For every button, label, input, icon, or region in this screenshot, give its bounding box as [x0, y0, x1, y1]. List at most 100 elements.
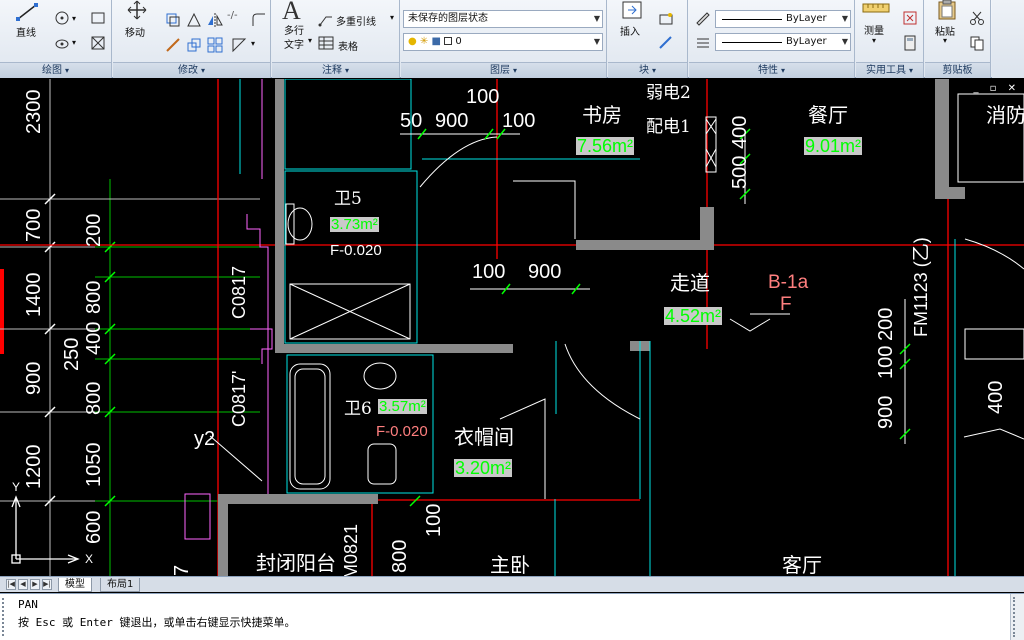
tab-layout1[interactable]: 布局1 [100, 578, 141, 592]
mtext-dropdown-icon[interactable]: ▾ [308, 36, 312, 45]
room-dining: 餐厅 [808, 103, 848, 127]
table-icon[interactable] [318, 35, 334, 51]
tag-c0817-b: C0817' [229, 370, 249, 427]
modify-more-icon[interactable]: ▾ [251, 39, 255, 48]
weak-box: 弱电2 [646, 83, 691, 103]
bulb-icon: ● [408, 36, 417, 47]
scale-icon[interactable] [165, 37, 181, 53]
dim-right-4: 100 [875, 345, 897, 379]
drawing-canvas[interactable]: _ ▫ ✕ 2300 700 1400 250 900 1200 7 200 8… [0, 79, 1024, 576]
dim-left-1: 2300 [23, 89, 45, 135]
annotation-panel-title[interactable]: 注释 ▾ [272, 62, 399, 78]
first-tab-icon[interactable]: |◀ [6, 579, 16, 590]
dim-left-4: 250 [61, 337, 83, 371]
clipboard-panel-title[interactable]: 剪贴板 [925, 62, 990, 78]
properties-panel-title[interactable]: 特性 ▾ [689, 62, 854, 78]
fillet-icon[interactable] [251, 12, 267, 28]
last-tab-icon[interactable]: ▶| [42, 579, 52, 590]
match-properties-icon[interactable] [695, 11, 711, 27]
measure-dropdown-icon[interactable]: ▾ [872, 36, 876, 45]
layout-tabs-bar: |◀ ◀ ▶ ▶| 模型 布局1 [0, 576, 1024, 592]
next-tab-icon[interactable]: ▶ [30, 579, 40, 590]
dim-right-2: 500 [729, 155, 751, 189]
list-icon[interactable] [695, 35, 711, 51]
line-icon[interactable] [16, 2, 38, 22]
prev-tab-icon[interactable]: ◀ [18, 579, 28, 590]
paste-icon[interactable] [935, 0, 959, 20]
cut-icon[interactable] [969, 10, 985, 26]
insert-button[interactable]: 插入 [620, 23, 640, 38]
layers-panel-title[interactable]: 图层 ▾ [401, 62, 606, 78]
paste-dropdown-icon[interactable]: ▾ [943, 36, 947, 45]
dim-left-g4: 800 [83, 381, 105, 415]
draw-panel-title[interactable]: 绘图 ▾ [0, 62, 111, 78]
command-grip[interactable] [2, 598, 12, 636]
ellipse-dropdown-icon[interactable]: ▾ [72, 38, 76, 47]
command-window[interactable]: PAN 按 Esc 或 Enter 键退出，或单击右键显示快捷菜单。 [0, 593, 1024, 640]
viewport-controls[interactable]: _ ▫ ✕ [973, 83, 1020, 94]
room-master: 主卧 [490, 553, 530, 576]
copy-clip-icon[interactable] [969, 35, 985, 51]
properties-panel: ByLayer ▼ ByLayer ▼ 特性 ▾ [689, 0, 855, 78]
rect-array-icon[interactable] [207, 37, 223, 53]
calculator-icon[interactable] [902, 35, 918, 51]
move-icon[interactable] [125, 0, 149, 20]
layers-panel: 未保存的图层状态 ▼ ● ✳ ■ 0 ▼ 图层 ▾ [401, 0, 607, 78]
tab-model[interactable]: 模型 [58, 578, 92, 592]
explode-icon[interactable] [231, 37, 247, 53]
dim-right-3: 200 [875, 307, 897, 341]
dim-top-4: 100 [502, 110, 536, 132]
utilities-panel-title[interactable]: 实用工具 ▾ [856, 62, 923, 78]
move-button[interactable]: 移动 [125, 24, 145, 39]
dim-right-5: 900 [875, 395, 897, 429]
annotation-panel: A 多行 文字 ▾ 多重引线 ▾ 表格 注释 ▾ [272, 0, 400, 78]
quick-select-icon[interactable] [902, 10, 918, 26]
linetype-combo[interactable]: ByLayer ▼ [715, 10, 851, 28]
modify-panel: 移动 -/- ▾ 修改 ▾ [113, 0, 271, 78]
block-panel-title[interactable]: 块 ▾ [608, 62, 687, 78]
mark-f: F [780, 294, 792, 315]
room-wc5-floor: F-0.020 [330, 242, 382, 259]
command-scrollbar[interactable] [1010, 594, 1024, 640]
mleader-dropdown-icon[interactable]: ▾ [390, 13, 394, 22]
mtext-label-2[interactable]: 文字 [284, 36, 304, 51]
tag-fm1123: FM1123 (乙) [911, 237, 931, 337]
rectangle-icon[interactable] [90, 10, 106, 26]
lineweight-combo[interactable]: ByLayer ▼ [715, 33, 851, 51]
mleader-icon[interactable] [318, 11, 334, 27]
circle-icon[interactable] [54, 10, 70, 26]
ribbon-edge [992, 0, 1024, 78]
measure-button[interactable]: 测量 [864, 22, 884, 37]
mleader-button[interactable]: 多重引线 [336, 13, 376, 28]
room-closet: 衣帽间 [454, 425, 514, 449]
command-history: PAN [18, 598, 38, 611]
hatch-icon[interactable] [90, 35, 106, 51]
table-button[interactable]: 表格 [338, 38, 358, 53]
room-wc6: 卫6 [344, 399, 372, 419]
dim-left-2: 700 [23, 208, 45, 242]
measure-icon[interactable] [862, 0, 890, 16]
layer-state-combo[interactable]: 未保存的图层状态 ▼ [403, 10, 603, 28]
sun-icon: ✳ [419, 36, 429, 47]
array-icon[interactable] [186, 37, 202, 53]
modify-panel-title[interactable]: 修改 ▾ [113, 62, 270, 78]
dim-left-3: 1400 [23, 272, 45, 318]
tag-c0817-a: C0817 [229, 265, 249, 319]
insert-icon[interactable] [620, 0, 644, 20]
mtext-label-1[interactable]: 多行 [284, 22, 304, 37]
scrollbar-grip[interactable] [1013, 597, 1023, 637]
arc-icon[interactable] [54, 35, 70, 51]
line-button[interactable]: 直线 [16, 24, 36, 39]
edit-block-icon[interactable] [658, 35, 674, 51]
copy-icon[interactable] [165, 12, 181, 28]
room-balcony: 封闭阳台 [256, 551, 336, 575]
dim-top-5: 100 [472, 261, 506, 283]
mirror-icon[interactable] [207, 12, 223, 28]
circle-dropdown-icon[interactable]: ▾ [72, 14, 76, 23]
create-block-icon[interactable] [658, 11, 674, 27]
stretch-icon[interactable] [186, 12, 202, 28]
command-prompt: 按 Esc 或 Enter 键退出，或单击右键显示快捷菜单。 [18, 616, 296, 629]
mark-b1a: B-1a [768, 272, 809, 293]
layer-combo[interactable]: ● ✳ ■ 0 ▼ [403, 33, 603, 51]
room-corridor: 走道 [670, 271, 710, 295]
